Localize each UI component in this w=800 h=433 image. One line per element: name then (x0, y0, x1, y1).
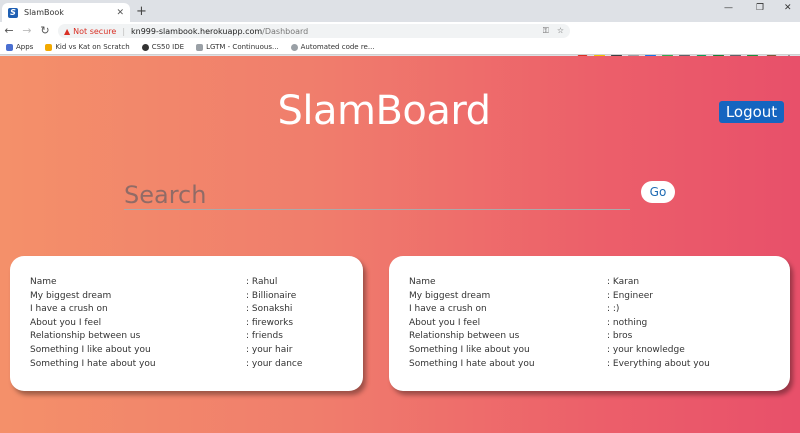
row-label: Name (409, 277, 436, 287)
reload-icon[interactable]: ↻ (36, 22, 54, 40)
row-value: : friends (246, 331, 283, 342)
card-row: Something I hate about you : your dance (30, 359, 343, 373)
row-value: : your knowledge (607, 344, 685, 355)
row-label: My biggest dream (30, 290, 112, 301)
restore-icon[interactable]: ❐ (756, 3, 764, 13)
key-icon[interactable]: ⚿ (543, 26, 549, 36)
row-label: Name (30, 277, 57, 287)
tab-title: SlamBook (24, 8, 64, 17)
row-value: : Sonakshi (246, 304, 293, 315)
logout-button[interactable]: Logout (719, 101, 784, 123)
row-label: Something I hate about you (30, 358, 156, 369)
page-title: SlamBoard (277, 88, 491, 134)
bookmark-label: CS50 IDE (151, 43, 185, 51)
card-row: Name : Karan (409, 277, 770, 291)
slam-card: Name : Rahul My biggest dream : Billionair… (10, 256, 363, 391)
forward-icon[interactable]: → (18, 22, 36, 40)
card-row: About you I feel : nothing (409, 318, 770, 332)
bookmark-icon (290, 43, 298, 51)
row-label: My biggest dream (409, 290, 491, 301)
row-label: I have a crush on (409, 304, 487, 315)
apps-grid-icon (6, 43, 13, 51)
url-host: kn999-slambook.herokuapp.com (131, 26, 263, 36)
card-row: My biggest dream : Billionaire (30, 291, 343, 305)
row-label: About you I feel (409, 317, 481, 328)
bookmark-label: Automated code re... (300, 43, 375, 51)
card-row: Something I like about you : your hair (30, 345, 343, 359)
bookmark-item[interactable]: CS50 IDE (141, 43, 185, 51)
card-row: Something I like about you : your knowled… (409, 345, 770, 359)
row-value: : bros (607, 331, 633, 342)
row-value: : Everything about you (607, 358, 710, 369)
row-value: : your dance (246, 358, 303, 369)
dashboard-page: SlamBoard Logout Go Name : Rahul My bigge… (0, 56, 800, 433)
bookmark-icon (45, 43, 53, 51)
row-label: About you I feel (30, 317, 102, 328)
row-label: Something I hate about you (409, 358, 535, 369)
url-path: /Dashboard (262, 26, 309, 36)
row-value: : your hair (246, 344, 293, 355)
security-status: Not secure (73, 26, 117, 36)
close-window-icon[interactable]: ✕ (784, 3, 792, 13)
bookmark-item[interactable]: Kid vs Kat on Scratch (45, 43, 130, 51)
row-label: Something I like about you (30, 344, 151, 355)
card-row: Relationship between us : bros (409, 331, 770, 345)
card-row: My biggest dream : Engineer (409, 291, 770, 305)
address-bar[interactable]: ▲ Not secure | kn999-slambook.herokuapp.… (58, 24, 570, 38)
card-row: Name : Rahul (30, 277, 343, 291)
omnibox-separator: | (122, 26, 126, 36)
slam-card: Name : Karan My biggest dream : Engineer I… (389, 256, 790, 391)
search-input[interactable] (124, 180, 630, 210)
row-label: Relationship between us (409, 331, 520, 342)
star-icon[interactable]: ☆ (557, 26, 564, 36)
tab-close-icon[interactable]: ✕ (116, 8, 124, 18)
card-row: Something I hate about you : Everything a… (409, 359, 770, 373)
tab-strip: S SlamBook ✕ + — ❐ ✕ (0, 0, 800, 22)
row-label: Relationship between us (30, 331, 141, 342)
bookmark-item[interactable]: LGTM - Continuous... (196, 43, 279, 51)
minimize-icon[interactable]: — (724, 3, 733, 13)
row-value: : Karan (607, 277, 640, 287)
bookmark-label: LGTM - Continuous... (206, 43, 279, 51)
row-value: : nothing (607, 317, 648, 328)
row-label: Something I like about you (409, 344, 530, 355)
card-row: About you I feel : fireworks (30, 318, 343, 332)
bookmarks-bar: Apps Kid vs Kat on Scratch CS50 IDE LGTM… (0, 40, 800, 55)
go-button[interactable]: Go (641, 181, 675, 203)
row-value: : Billionaire (246, 290, 297, 301)
warning-icon: ▲ (64, 26, 71, 36)
browser-tab[interactable]: S SlamBook ✕ (2, 3, 130, 22)
row-value: : :) (607, 304, 620, 315)
bookmark-icon (141, 43, 149, 51)
bookmark-label: Apps (16, 43, 34, 51)
bookmark-apps[interactable]: Apps (6, 43, 33, 51)
card-row: I have a crush on : Sonakshi (30, 304, 343, 318)
new-tab-icon[interactable]: + (136, 5, 147, 19)
slambook-favicon-icon: S (8, 7, 18, 18)
back-icon[interactable]: ← (0, 22, 18, 40)
row-value: : fireworks (246, 317, 294, 328)
card-row: I have a crush on : :) (409, 304, 770, 318)
row-label: I have a crush on (30, 304, 108, 315)
bookmark-icon (196, 43, 204, 51)
card-row: Relationship between us : friends (30, 331, 343, 345)
bookmark-item[interactable]: Automated code re... (290, 43, 375, 51)
row-value: : Engineer (607, 290, 653, 301)
browser-toolbar: ← → ↻ ▲ Not secure | kn999-slambook.hero… (0, 22, 800, 58)
bookmark-label: Kid vs Kat on Scratch (55, 43, 130, 51)
row-value: : Rahul (246, 277, 278, 287)
